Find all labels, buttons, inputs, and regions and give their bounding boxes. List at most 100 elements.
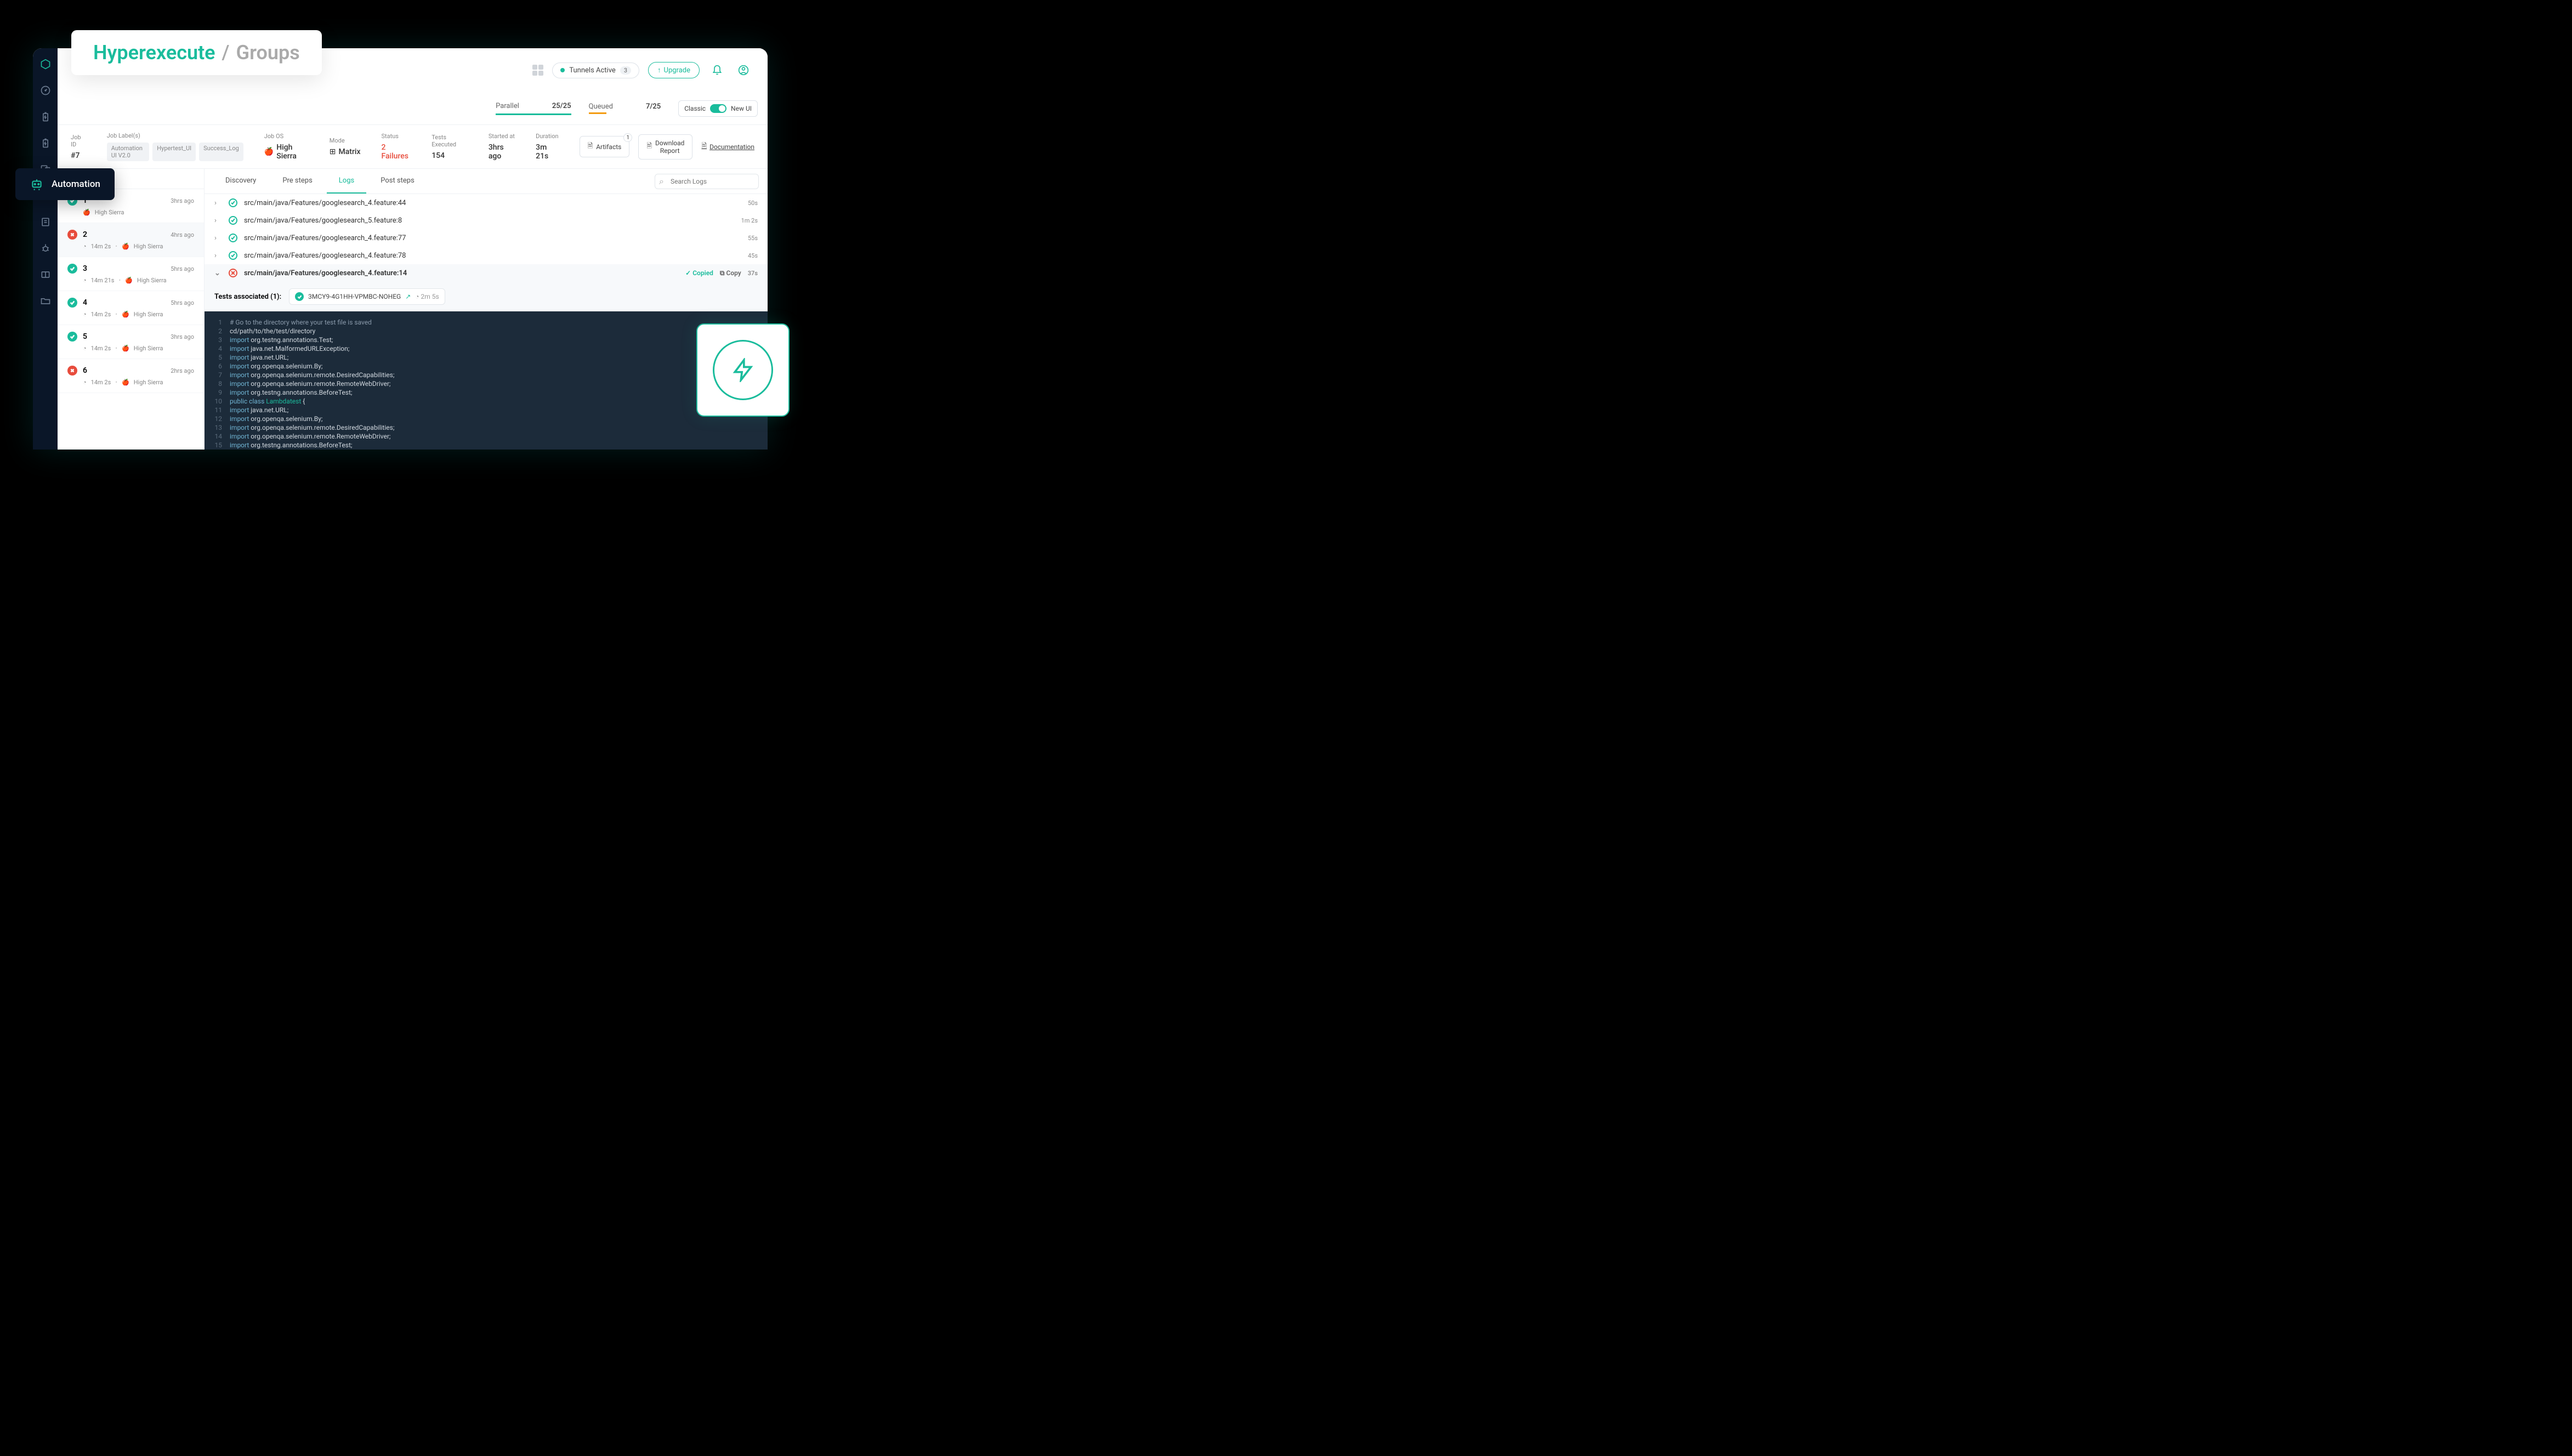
group-duration: 14m 2s <box>91 243 111 250</box>
external-link-icon[interactable]: ↗ <box>405 293 411 300</box>
group-item[interactable]: 5 3hrs ago ◔14m 2s• 🍎 High Sierra <box>58 325 204 359</box>
cross-icon <box>67 230 77 240</box>
job-duration-col: Duration 3m 21s <box>536 133 558 161</box>
log-name: src/main/java/Features/googlesearch_4.fe… <box>244 234 741 242</box>
code-text: import org.openqa.selenium.remote.Desire… <box>230 424 768 431</box>
log-name: src/main/java/Features/googlesearch_5.fe… <box>244 217 735 225</box>
group-item[interactable]: 6 2hrs ago ◔14m 2s• 🍎 High Sierra <box>58 359 204 393</box>
logo-icon[interactable] <box>39 58 52 70</box>
log-row[interactable]: › src/main/java/Features/googlesearch_5.… <box>205 212 768 229</box>
grid-view-icon[interactable] <box>532 65 543 76</box>
upgrade-button[interactable]: ↑ Upgrade <box>648 62 700 78</box>
cross-icon <box>67 366 77 376</box>
tab-pre-steps[interactable]: Pre steps <box>270 169 324 194</box>
code-text: import org.openqa.selenium.remote.Remote… <box>230 380 768 388</box>
stats-row: Parallel 25/25 Queued 7/25 Classic New U… <box>58 92 768 125</box>
tab-discovery[interactable]: Discovery <box>213 169 268 194</box>
test-pill[interactable]: 3MCY9-4G1HH-VPMBC-NOHEG ↗ ◔2m 5s <box>289 288 445 305</box>
list-icon[interactable] <box>39 216 52 228</box>
download-report-button[interactable]: 🗎 Download Report <box>638 134 692 160</box>
bell-icon[interactable] <box>708 61 726 79</box>
code-text: import org.openqa.selenium.remote.Desire… <box>230 371 768 379</box>
log-row[interactable]: › src/main/java/Features/googlesearch_4.… <box>205 229 768 247</box>
job-id-col: Job ID #7 <box>71 134 86 160</box>
toggle-switch-icon[interactable] <box>710 104 726 113</box>
code-text: import org.openqa.selenium.remote.Remote… <box>230 433 768 440</box>
documentation-link[interactable]: 🗎 Documentation <box>701 141 754 152</box>
line-number: 6 <box>205 362 230 370</box>
ui-toggle[interactable]: Classic New UI <box>678 100 758 117</box>
bug-icon[interactable] <box>39 242 52 254</box>
battery-icon[interactable] <box>39 111 52 123</box>
parallel-label: Parallel <box>496 102 519 110</box>
flash-card <box>696 323 790 417</box>
artifacts-badge: 1 <box>623 133 632 142</box>
job-actions: 🗎 Artifacts 1 🗎 Download Report 🗎 Docume… <box>580 134 754 160</box>
code-text: import java.net.URL; <box>230 354 768 361</box>
folder-icon[interactable] <box>39 295 52 307</box>
chevron-right-icon[interactable]: › <box>214 217 222 225</box>
job-os-col: Job OS 🍎High Sierra <box>264 133 309 161</box>
line-number: 14 <box>205 433 230 440</box>
toggle-right: New UI <box>731 105 752 112</box>
group-age: 3hrs ago <box>171 333 194 340</box>
battery-icon-2[interactable] <box>39 137 52 149</box>
group-age: 2hrs ago <box>171 367 194 374</box>
app-shell: Tunnels Active 3 ↑ Upgrade Parallel 25/2… <box>33 48 768 450</box>
chevron-right-icon[interactable]: › <box>214 252 222 260</box>
log-duration: 1m 2s <box>741 217 758 224</box>
code-text: cd/path/to/the/test/directory <box>230 327 768 335</box>
search-icon: ⌕ <box>659 176 664 187</box>
body-split: Group(s) 1 3hrs ago 🍎 High Sierra 2 4hrs… <box>58 169 768 450</box>
log-row[interactable]: ⌄ src/main/java/Features/googlesearch_4.… <box>205 264 768 282</box>
code-line: 2cd/path/to/the/test/directory <box>205 327 768 335</box>
group-id: 5 <box>83 332 87 341</box>
artifacts-button[interactable]: 🗎 Artifacts 1 <box>580 136 630 157</box>
code-line: 1# Go to the directory where your test f… <box>205 318 768 327</box>
arrow-up-icon: ↑ <box>657 66 661 75</box>
code-line: 8import org.openqa.selenium.remote.Remot… <box>205 379 768 388</box>
tunnels-pill[interactable]: Tunnels Active 3 <box>552 62 639 78</box>
copy-button[interactable]: ⧉ Copy <box>720 269 741 277</box>
parallel-value: 25/25 <box>552 102 571 110</box>
clock-icon: ◔ <box>83 345 87 352</box>
log-search: ⌕ <box>655 174 759 189</box>
check-circle-icon <box>229 216 237 225</box>
chevron-right-icon[interactable]: › <box>214 199 222 207</box>
check-icon <box>67 264 77 274</box>
log-row[interactable]: › src/main/java/Features/googlesearch_4.… <box>205 247 768 264</box>
log-name: src/main/java/Features/googlesearch_4.fe… <box>244 269 679 277</box>
apple-icon: 🍎 <box>122 379 129 386</box>
log-duration: 45s <box>748 252 758 259</box>
job-tests-label: Tests Executed <box>431 134 468 148</box>
window-icon[interactable] <box>39 269 52 281</box>
search-input[interactable] <box>655 174 759 189</box>
chevron-down-icon[interactable]: ⌄ <box>214 269 222 277</box>
breadcrumb: Hyperexecute / Groups <box>71 30 322 75</box>
job-os-value: 🍎High Sierra <box>264 143 309 161</box>
group-item[interactable]: 2 4hrs ago ◔14m 2s• 🍎 High Sierra <box>58 223 204 257</box>
profile-icon[interactable] <box>735 61 752 79</box>
code-line: 11import java.net.URL; <box>205 406 768 414</box>
stat-parallel: Parallel 25/25 <box>496 102 571 115</box>
log-row[interactable]: › src/main/java/Features/googlesearch_4.… <box>205 194 768 212</box>
queued-value: 7/25 <box>646 103 661 111</box>
automation-badge: Automation <box>15 168 115 200</box>
code-line: 13import org.openqa.selenium.remote.Desi… <box>205 423 768 432</box>
group-id: 3 <box>83 264 87 273</box>
chevron-right-icon[interactable]: › <box>214 234 222 242</box>
breadcrumb-separator: / <box>222 41 230 64</box>
tab-logs[interactable]: Logs <box>327 169 366 194</box>
tab-post-steps[interactable]: Post steps <box>368 169 427 194</box>
group-item[interactable]: 4 5hrs ago ◔14m 2s• 🍎 High Sierra <box>58 291 204 325</box>
label-chip[interactable]: Success_Log <box>199 143 243 161</box>
code-line: 12import org.openqa.selenium.By; <box>205 414 768 423</box>
code-line: 6import org.openqa.selenium.By; <box>205 362 768 371</box>
dashboard-icon[interactable] <box>39 84 52 96</box>
code-line: 14import org.openqa.selenium.remote.Remo… <box>205 432 768 441</box>
code-text: import org.openqa.selenium.By; <box>230 362 768 370</box>
line-number: 7 <box>205 371 230 379</box>
label-chip[interactable]: Hypertest_UI <box>152 143 196 161</box>
label-chip[interactable]: Automation UI V2.0 <box>107 143 150 161</box>
group-item[interactable]: 3 5hrs ago ◔14m 21s• 🍎 High Sierra <box>58 257 204 291</box>
